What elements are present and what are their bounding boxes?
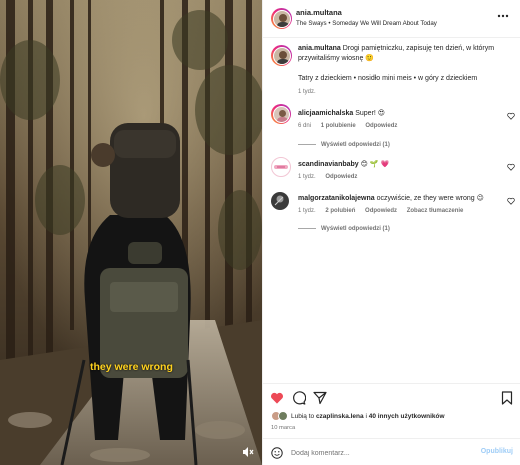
post-caption: ania.multana Drogi pamiętniczku, zapisuj…: [263, 38, 520, 98]
view-replies-button[interactable]: Wyświetl odpowiedzi (1): [298, 226, 390, 232]
caption-time[interactable]: 1 tydz.: [298, 89, 316, 95]
caption-username[interactable]: ania.multana: [298, 45, 341, 52]
post-video[interactable]: they were wrong: [0, 0, 262, 465]
comment-time[interactable]: 6 dni: [298, 123, 311, 129]
author-avatar[interactable]: [271, 8, 292, 29]
comment-text: 😊 🌱 💗: [360, 161, 390, 168]
liker-avatar[interactable]: [278, 411, 288, 421]
comment-item: malgorzatanikolajewna oczywiście, ze the…: [263, 192, 520, 242]
likes-summary: Lubią to czaplinska.lena i 40 innych uży…: [291, 413, 445, 420]
comment-input[interactable]: [291, 445, 471, 461]
commenter-avatar[interactable]: [271, 104, 291, 124]
bookmark-icon[interactable]: [500, 391, 514, 405]
caption-tags: Tatry z dzieckiem • nosidło mini meis • …: [298, 75, 478, 82]
view-replies-button[interactable]: Wyświetl odpowiedzi (1): [298, 142, 390, 148]
comment-reply-button[interactable]: Odpowiedz: [325, 174, 357, 180]
comment-reply-button[interactable]: Odpowiedz: [365, 208, 397, 214]
share-icon[interactable]: [313, 391, 327, 405]
video-caption: they were wrong: [90, 361, 173, 373]
mute-icon[interactable]: [242, 446, 254, 458]
post-header: ania.multana The Sways • Someday We Will…: [263, 0, 520, 38]
comment-like-icon[interactable]: [507, 163, 515, 171]
comment-text: Super! 😍: [355, 110, 386, 117]
comment-like-icon[interactable]: [507, 112, 515, 120]
post-actions: Lubią to czaplinska.lena i 40 innych uży…: [263, 383, 520, 465]
post-date[interactable]: 10 marca: [271, 425, 295, 431]
comment-likes[interactable]: 2 polubień: [325, 208, 355, 214]
likes-prefix: Lubią to: [291, 413, 316, 420]
comment-item: scandinavianbaby 😊 🌱 💗 1 tydz. Odpowiedz: [263, 156, 520, 186]
smiley-icon[interactable]: [271, 447, 283, 459]
comment-username[interactable]: alicjaamichalska: [298, 110, 353, 117]
comment-like-icon[interactable]: [507, 197, 515, 205]
commenter-avatar[interactable]: [271, 157, 291, 177]
comment-username[interactable]: malgorzatanikolajewna: [298, 195, 375, 202]
add-comment-bar: Opublikuj: [263, 438, 520, 465]
author-username[interactable]: ania.multana: [296, 8, 342, 17]
heart-filled-icon[interactable]: [270, 391, 284, 405]
comment-text: oczywiście, ze they were wrong 😉: [376, 195, 484, 202]
post-details-panel: ania.multana The Sways • Someday We Will…: [262, 0, 520, 465]
comment-likes[interactable]: 1 polubienie: [321, 123, 356, 129]
likes-others-button[interactable]: 40 innych użytkowników: [369, 413, 445, 420]
more-icon[interactable]: [497, 13, 509, 19]
video-frame: [0, 0, 262, 465]
comment-time[interactable]: 1 tydz.: [298, 174, 316, 180]
comment-username[interactable]: scandinavianbaby: [298, 161, 359, 168]
translate-button[interactable]: Zobacz tłumaczenie: [407, 208, 464, 214]
post-comment-button[interactable]: Opublikuj: [481, 448, 513, 455]
comment-time[interactable]: 1 tydz.: [298, 208, 316, 214]
commenter-avatar[interactable]: [271, 192, 289, 210]
comment-item: alicjaamichalska Super! 😍 6 dni 1 polubi…: [263, 104, 520, 154]
caption-author-avatar[interactable]: [271, 45, 292, 66]
comments-list[interactable]: ania.multana Drogi pamiętniczku, zapisuj…: [263, 38, 520, 383]
liker-username[interactable]: czaplinska.lena: [316, 413, 364, 420]
audio-track-link[interactable]: The Sways • Someday We Will Dream About …: [296, 20, 437, 27]
comment-reply-button[interactable]: Odpowiedz: [365, 123, 397, 129]
comment-icon[interactable]: [292, 391, 306, 405]
